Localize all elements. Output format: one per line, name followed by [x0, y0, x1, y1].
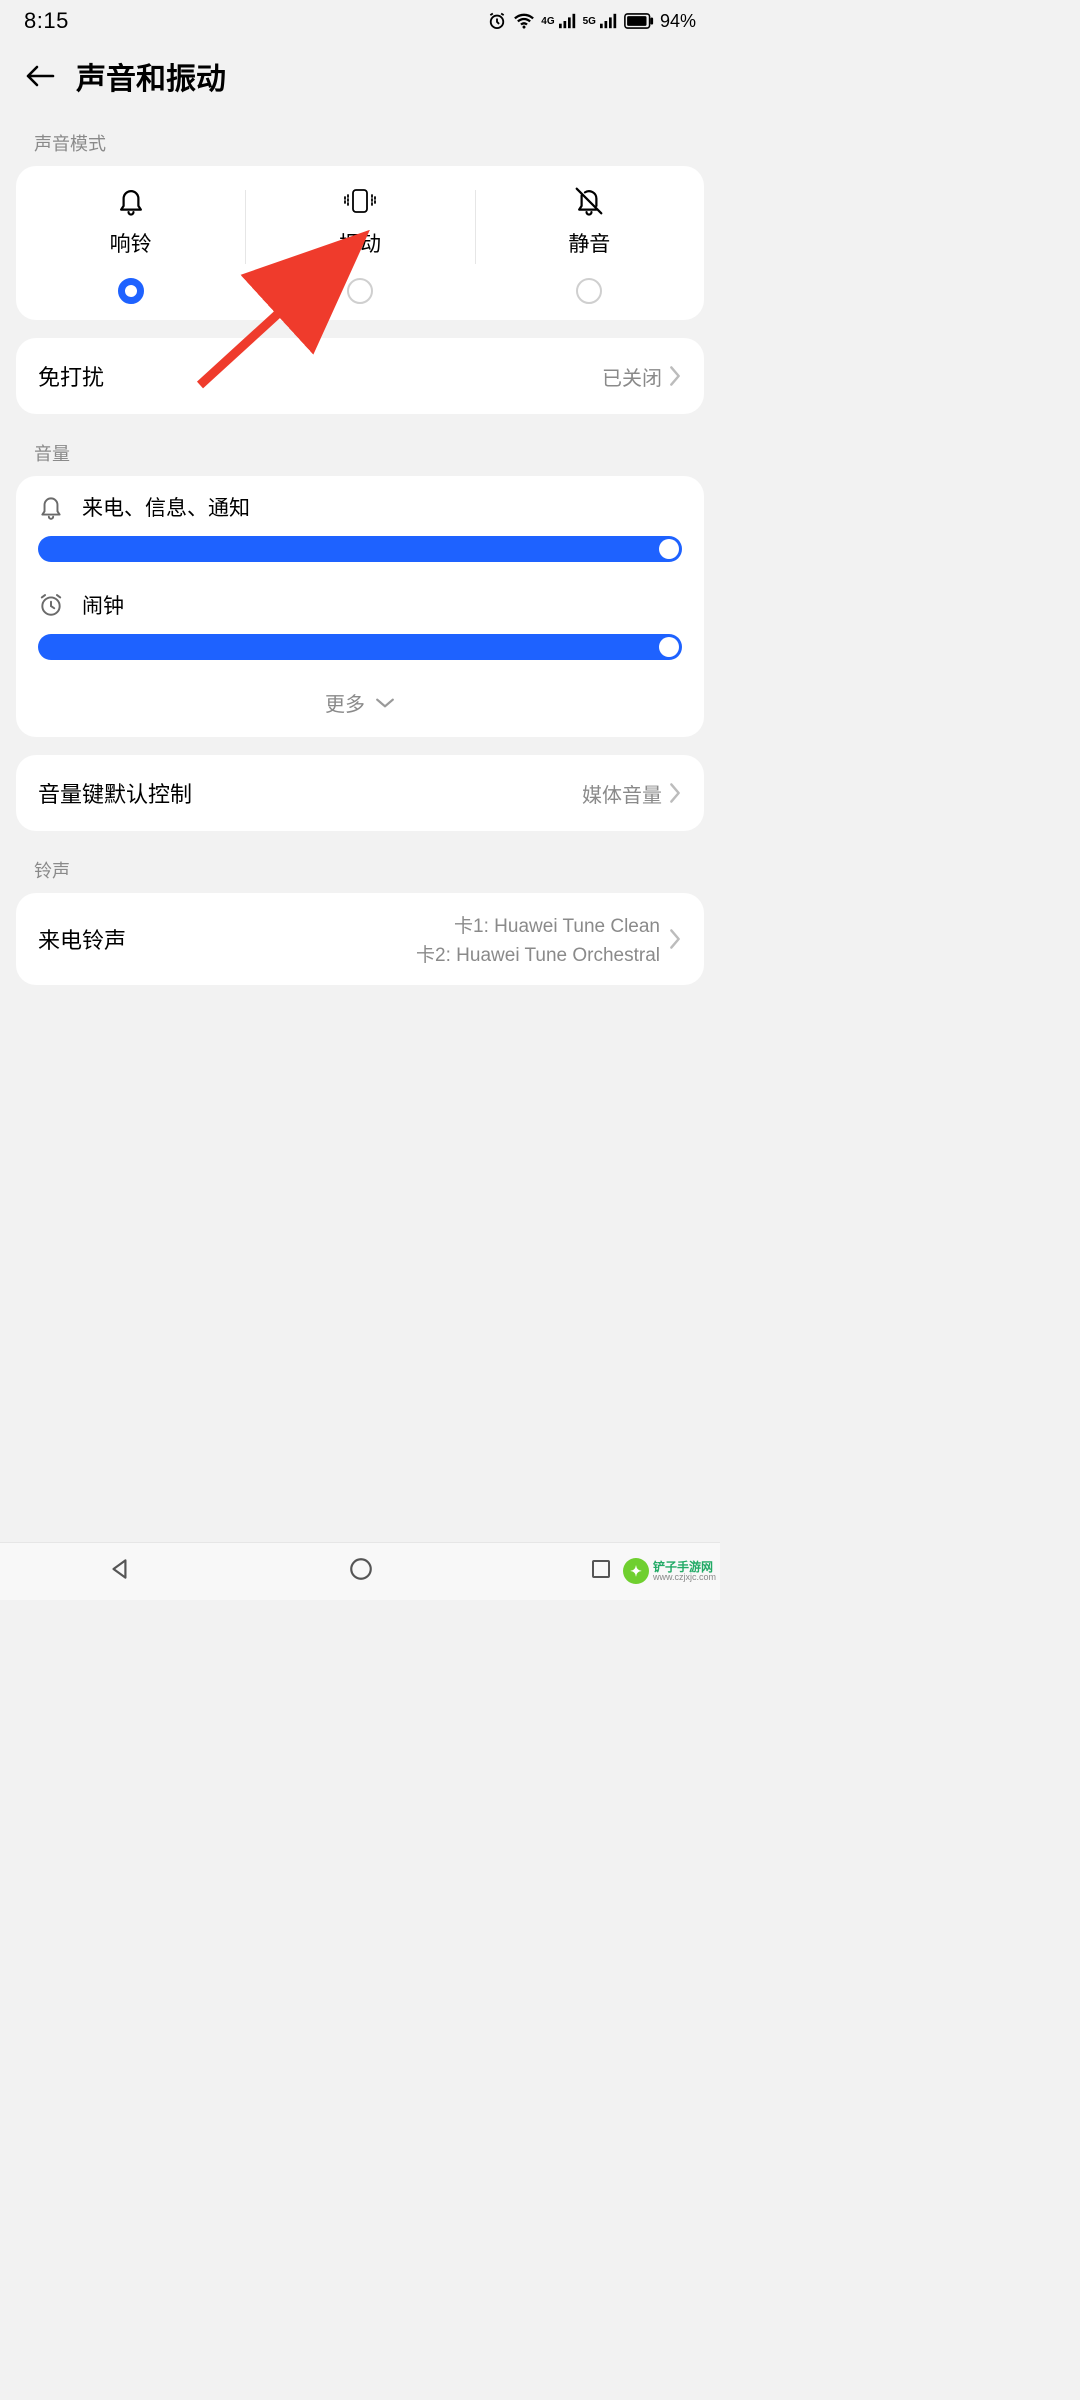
signal-5g-label: 5G — [583, 16, 596, 27]
signal-5g-icon — [600, 13, 618, 29]
status-bar: 8:15 4G 5G 94% — [0, 0, 720, 42]
ringtone-sim2: 卡2: Huawei Tune Orchestral — [416, 940, 660, 967]
nav-recent[interactable] — [589, 1557, 613, 1586]
dnd-card[interactable]: 免打扰 已关闭 — [16, 338, 704, 414]
volume-calls-label: 来电、信息、通知 — [82, 492, 250, 522]
mode-ring[interactable]: 响铃 — [16, 184, 245, 304]
chevron-right-icon — [668, 928, 682, 950]
bell-off-icon — [573, 185, 605, 217]
nav-back[interactable] — [107, 1556, 133, 1587]
bell-icon — [116, 185, 146, 217]
dnd-value: 已关闭 — [602, 362, 662, 391]
volume-card: 来电、信息、通知 闹钟 更多 — [16, 476, 704, 737]
mode-silent[interactable]: 静音 — [475, 184, 704, 304]
ringtone-title: 来电铃声 — [38, 923, 126, 955]
arrow-left-icon — [25, 62, 55, 90]
volume-more-label: 更多 — [325, 688, 365, 717]
system-nav-bar — [0, 1542, 720, 1600]
mode-vibrate-radio[interactable] — [347, 278, 373, 304]
vol-button-title: 音量键默认控制 — [38, 777, 192, 809]
sound-mode-card: 响铃 振动 静音 — [16, 166, 704, 320]
volume-alarm-label: 闹钟 — [82, 590, 124, 620]
battery-icon — [624, 13, 654, 29]
volume-calls: 来电、信息、通知 — [16, 476, 704, 574]
volume-more[interactable]: 更多 — [16, 672, 704, 737]
page-title: 声音和振动 — [76, 54, 226, 98]
alarm-icon — [487, 11, 507, 31]
chevron-right-icon — [668, 365, 682, 387]
signal-4g-label: 4G — [541, 16, 554, 27]
mode-silent-label: 静音 — [568, 228, 610, 258]
ringtone-sim1: 卡1: Huawei Tune Clean — [454, 911, 660, 938]
watermark: ✦ 铲子手游网 www.czjxjc.com — [619, 1556, 720, 1586]
mode-vibrate-label: 振动 — [339, 228, 381, 258]
battery-percent: 94% — [660, 11, 696, 32]
header: 声音和振动 — [0, 42, 720, 122]
mode-ring-label: 响铃 — [110, 228, 152, 258]
back-button[interactable] — [24, 60, 56, 92]
watermark-url: www.czjxjc.com — [653, 1573, 716, 1582]
dnd-title: 免打扰 — [38, 360, 104, 392]
mode-vibrate[interactable]: 振动 — [245, 184, 474, 304]
ringtone-card[interactable]: 来电铃声 卡1: Huawei Tune Clean 卡2: Huawei Tu… — [16, 893, 704, 985]
square-recent-icon — [589, 1557, 613, 1581]
alarm-outline-icon — [38, 592, 64, 618]
mode-ring-radio[interactable] — [118, 278, 144, 304]
section-sound-mode-label: 声音模式 — [0, 122, 720, 166]
status-right: 4G 5G 94% — [487, 11, 696, 32]
vol-button-value: 媒体音量 — [582, 779, 662, 808]
chevron-down-icon — [375, 696, 395, 710]
nav-home[interactable] — [348, 1556, 374, 1587]
triangle-back-icon — [107, 1556, 133, 1582]
vibrate-icon — [340, 186, 380, 216]
bell-outline-icon — [38, 493, 64, 521]
mode-silent-radio[interactable] — [576, 278, 602, 304]
signal-4g-icon — [559, 13, 577, 29]
section-volume-label: 音量 — [0, 432, 720, 476]
watermark-logo-icon: ✦ — [623, 1558, 649, 1584]
volume-alarm-slider[interactable] — [38, 634, 682, 660]
volume-button-default-card[interactable]: 音量键默认控制 媒体音量 — [16, 755, 704, 831]
chevron-right-icon — [668, 782, 682, 804]
watermark-name: 铲子手游网 — [653, 1561, 716, 1573]
wifi-icon — [513, 12, 535, 30]
status-time: 8:15 — [24, 8, 69, 34]
section-ringtone-label: 铃声 — [0, 849, 720, 893]
circle-home-icon — [348, 1556, 374, 1582]
volume-alarm: 闹钟 — [16, 574, 704, 672]
volume-calls-slider[interactable] — [38, 536, 682, 562]
